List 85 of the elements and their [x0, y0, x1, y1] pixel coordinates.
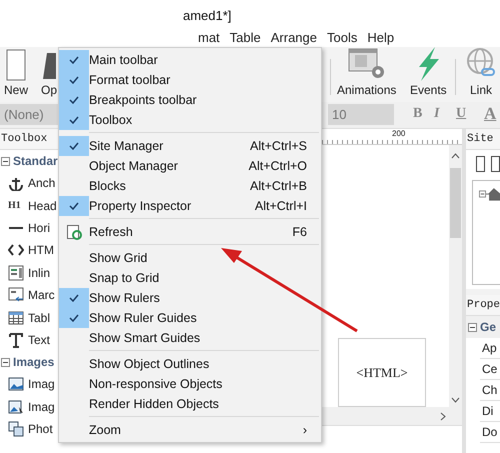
check-icon: [69, 116, 79, 124]
menu-item[interactable]: Main toolbar: [59, 50, 321, 70]
check-icon: [69, 142, 79, 150]
menu-item[interactable]: Zoom ›: [59, 420, 321, 440]
property-name: Do: [480, 422, 500, 443]
menu-item[interactable]: Blocks Alt+Ctrl+B: [59, 176, 321, 196]
menu-item[interactable]: Format toolbar: [59, 70, 321, 90]
gallery-icon: [8, 421, 24, 438]
scroll-thumb[interactable]: [450, 168, 461, 238]
refresh-icon: [66, 224, 82, 240]
toolbar-button[interactable]: New: [4, 49, 28, 97]
tool-name[interactable]: Imag: [28, 377, 55, 392]
check-icon: [69, 56, 79, 64]
menu-item[interactable]: Refresh F6: [59, 222, 321, 242]
scrollbar[interactable]: [449, 145, 462, 407]
tool-name[interactable]: Hori: [28, 220, 50, 235]
toolbar-button[interactable]: Op: [41, 49, 58, 97]
menu-item[interactable]: Arrange: [266, 30, 322, 44]
tool-name[interactable]: Imag: [28, 400, 55, 414]
scroll-right-icon[interactable]: [440, 412, 446, 420]
frame-icon: [8, 264, 24, 281]
property-name: Ap: [480, 338, 500, 359]
tool-name[interactable]: Phot: [28, 422, 53, 436]
tool-name[interactable]: HTM: [28, 243, 54, 258]
check-icon: [69, 314, 79, 322]
text-icon: [8, 332, 24, 348]
line-icon: [9, 226, 23, 229]
scroll-down-icon[interactable]: [451, 397, 460, 403]
marquee-icon: [8, 287, 24, 304]
panel-title: Toolbox: [0, 129, 58, 150]
heading-icon: H1: [8, 200, 24, 212]
menu-item[interactable]: Tools: [322, 30, 362, 44]
panel-title: Site: [466, 129, 500, 150]
toolbar-button[interactable]: Animations: [337, 45, 396, 97]
property-name: Ce: [480, 359, 500, 380]
window-title: amed1*]: [183, 8, 232, 23]
menu-item[interactable]: Site Manager Alt+Ctrl+S: [59, 136, 321, 156]
menu-item[interactable]: Show Grid: [59, 248, 321, 268]
image-icon: [8, 376, 24, 392]
collapse-icon[interactable]: [1, 358, 10, 367]
imagemap-icon: [8, 398, 24, 415]
tool-name[interactable]: Head: [28, 198, 57, 213]
anchor-icon: [8, 175, 24, 192]
group-header[interactable]: Images: [13, 355, 54, 370]
scrollbar[interactable]: [322, 407, 462, 425]
check-icon: [69, 76, 79, 84]
toolbar-button[interactable]: Events: [410, 45, 447, 97]
home-icon: [479, 187, 500, 201]
collapse-icon[interactable]: [468, 322, 477, 332]
panel-title: Prope: [466, 295, 500, 316]
tool-name[interactable]: Text: [28, 332, 50, 347]
site-tree[interactable]: [472, 180, 500, 285]
tool-name[interactable]: Anch: [28, 176, 56, 190]
check-icon: [69, 202, 79, 210]
menu-item[interactable]: Render Hidden Objects: [59, 394, 321, 414]
menu-item[interactable]: Show Ruler Guides: [59, 308, 321, 328]
menu-item[interactable]: Help: [362, 30, 400, 44]
menu-item[interactable]: Snap to Grid: [59, 268, 321, 288]
page-icon[interactable]: [491, 156, 500, 172]
menu-item[interactable]: Breakpoints toolbar: [59, 90, 321, 110]
menu-item[interactable]: Table: [224, 30, 266, 44]
html-object[interactable]: <HTML>: [338, 338, 426, 407]
menu-item[interactable]: Non-responsive Objects: [59, 374, 321, 394]
check-icon: [69, 96, 79, 104]
menu-item[interactable]: Object Manager Alt+Ctrl+O: [59, 156, 321, 176]
menu-item[interactable]: Show Object Outlines: [59, 354, 321, 374]
collapse-icon[interactable]: [1, 156, 10, 166]
menu-item[interactable]: Toolbox: [59, 110, 321, 130]
check-icon: [69, 294, 79, 302]
tool-name[interactable]: Tabl: [28, 310, 50, 325]
tool-name[interactable]: Marc: [28, 288, 55, 302]
menu-item[interactable]: Show Smart Guides: [59, 328, 321, 348]
scroll-up-icon[interactable]: [451, 153, 460, 159]
code-icon: [8, 242, 24, 258]
menu-item[interactable]: mat: [193, 30, 225, 44]
page-icon[interactable]: [476, 156, 485, 172]
menu-item[interactable]: Property Inspector Alt+Ctrl+I: [59, 196, 321, 216]
tool-name[interactable]: Inlin: [28, 266, 50, 280]
ruler-label: 200: [391, 129, 406, 138]
property-name: Ch: [480, 380, 500, 401]
menu-item[interactable]: Show Rulers: [59, 288, 321, 308]
group-header[interactable]: Standar: [13, 154, 58, 168]
toolbar-button[interactable]: Link: [466, 45, 496, 97]
property-name: Di: [480, 401, 500, 422]
table-icon: [8, 310, 24, 326]
